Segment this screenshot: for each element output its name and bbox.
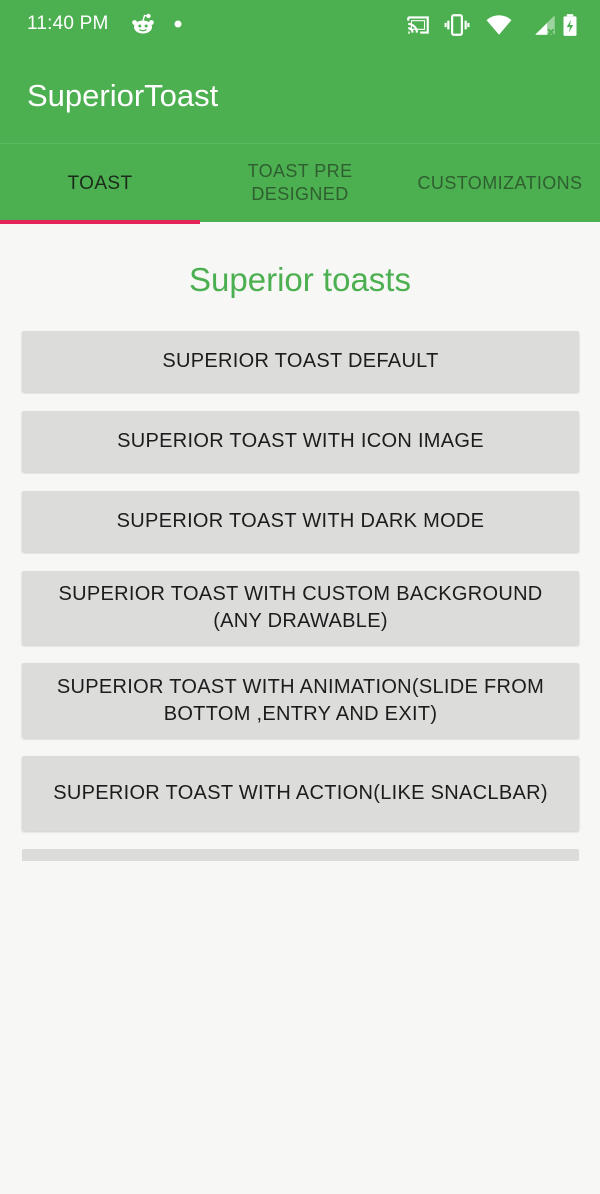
- page-heading: Superior toasts: [189, 261, 411, 298]
- dot-icon: [174, 20, 182, 28]
- app-title: SuperiorToast: [27, 78, 219, 113]
- tab-toast[interactable]: TOAST: [0, 144, 200, 224]
- tab-bar: TOAST TOAST PRE DESIGNED CUSTOMIZATIONS: [0, 143, 600, 224]
- superior-toast-animation-button[interactable]: SUPERIOR TOAST WITH ANIMATION(SLIDE FROM…: [22, 663, 579, 738]
- cast-icon: [407, 16, 429, 34]
- superior-toast-dark-mode-button[interactable]: SUPERIOR TOAST WITH DARK MODE: [22, 491, 579, 552]
- status-bar: 11:40 PM: [0, 0, 600, 50]
- signal-icon: [535, 15, 555, 36]
- tab-label: TOAST PRE DESIGNED: [247, 161, 353, 204]
- reddit-icon: [132, 13, 154, 34]
- superior-toast-custom-background-button[interactable]: SUPERIOR TOAST WITH CUSTOM BACKGROUND (A…: [22, 571, 579, 645]
- tab-label: CUSTOMIZATIONS: [417, 172, 583, 193]
- tab-customizations[interactable]: CUSTOMIZATIONS: [400, 144, 600, 222]
- superior-toast-icon-image-button[interactable]: SUPERIOR TOAST WITH ICON IMAGE: [22, 411, 579, 472]
- tab-label: TOAST: [67, 172, 133, 194]
- app-bar: SuperiorToast: [0, 50, 600, 143]
- vibrate-icon: [444, 14, 470, 36]
- battery-charging-icon: [563, 14, 577, 36]
- partially-visible-button[interactable]: [22, 849, 579, 861]
- tab-indicator: [0, 220, 200, 224]
- tab-toast-pre-designed[interactable]: TOAST PRE DESIGNED: [200, 144, 400, 222]
- superior-toast-default-button[interactable]: SUPERIOR TOAST DEFAULT: [22, 331, 579, 392]
- status-time: 11:40 PM: [27, 13, 109, 34]
- wifi-icon: [486, 15, 512, 35]
- superior-toast-action-button[interactable]: SUPERIOR TOAST WITH ACTION(LIKE SNACLBAR…: [22, 756, 579, 831]
